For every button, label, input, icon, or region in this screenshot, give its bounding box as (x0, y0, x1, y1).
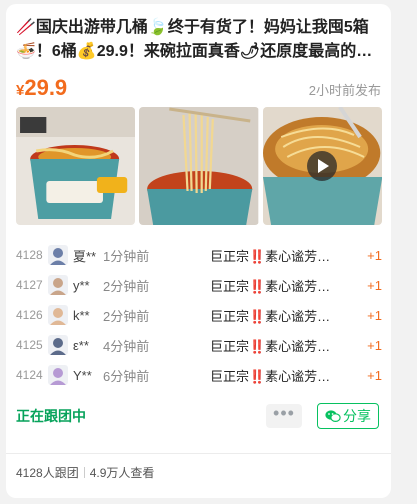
order-item: 巨正宗‼️素心谧芳… (210, 368, 331, 384)
photo-strip (16, 107, 382, 225)
joined-count: 4128人跟团 (16, 466, 79, 480)
order-quantity: +1 (367, 247, 382, 263)
buyer-name: 夏** (73, 248, 97, 264)
posted-time: 2小时前发布 (308, 83, 381, 98)
order-item: 巨正宗‼️素心谧芳… (210, 278, 331, 294)
order-number: 4125 (16, 338, 43, 352)
avatar (48, 275, 68, 295)
order-list: 4128 夏** 1分钟前 巨正宗‼️素心谧芳… +1 4127 y** 2分钟前 巨正宗‼️素… (16, 240, 382, 390)
avatar (48, 305, 68, 325)
noodle-chopsticks-photo[interactable] (139, 107, 259, 225)
order-quantity: +1 (367, 337, 382, 353)
stats-separator (83, 467, 85, 478)
view-count: 4.9万人查看 (89, 466, 155, 480)
order-number: 4128 (16, 248, 43, 262)
order-time: 6分钟前 (103, 368, 150, 384)
order-quantity: +1 (367, 367, 382, 383)
buyer-name: k** (73, 307, 90, 323)
order-time: 2分钟前 (103, 278, 150, 294)
order-row[interactable]: 4128 夏** 1分钟前 巨正宗‼️素心谧芳… +1 (16, 240, 382, 270)
avatar (48, 245, 68, 265)
avatar (48, 365, 68, 385)
wechat-icon (325, 410, 341, 423)
stats: 4128人跟团 4.9万人查看 (16, 464, 154, 481)
order-row[interactable]: 4124 Y** 6分钟前 巨正宗‼️素心谧芳… +1 (16, 360, 382, 390)
order-number: 4127 (16, 278, 43, 292)
order-row[interactable]: 4125 ε** 4分钟前 巨正宗‼️素心谧芳… +1 (16, 330, 382, 360)
order-time: 4分钟前 (103, 338, 150, 354)
noodle-fork-photo[interactable] (262, 107, 382, 225)
buyer-name: ε** (73, 337, 89, 353)
buyer-name: y** (73, 277, 90, 293)
divider (6, 453, 391, 454)
order-number: 4126 (16, 308, 43, 322)
order-item: 巨正宗‼️素心谧芳… (210, 338, 331, 354)
price-value: 29.9 (24, 75, 68, 100)
more-button[interactable]: ••• (266, 404, 302, 428)
share-label: 分享 (343, 408, 371, 424)
post-title[interactable]: 🥢国庆出游带几桶🍃终于有货了！妈妈让我囤5箱🍜！6桶💰29.9！来碗拉面真香🌶还… (16, 16, 382, 64)
group-buy-card[interactable]: 🥢国庆出游带几桶🍃终于有货了！妈妈让我囤5箱🍜！6桶💰29.9！来碗拉面真香🌶还… (6, 4, 391, 498)
buyer-name: Y** (73, 367, 92, 383)
order-time: 1分钟前 (103, 248, 150, 264)
order-row[interactable]: 4126 k** 2分钟前 巨正宗‼️素心谧芳… +1 (16, 300, 382, 330)
order-quantity: +1 (367, 307, 382, 323)
order-row[interactable]: 4127 y** 2分钟前 巨正宗‼️素心谧芳… +1 (16, 270, 382, 300)
order-item: 巨正宗‼️素心谧芳… (210, 248, 331, 264)
share-button[interactable]: 分享 (317, 403, 379, 429)
order-item: 巨正宗‼️素心谧芳… (210, 308, 331, 324)
price: ¥29.9 (16, 75, 67, 101)
order-number: 4124 (16, 368, 43, 382)
noodle-cup-photo-1[interactable] (16, 107, 136, 225)
order-time: 2分钟前 (103, 308, 150, 324)
status-label: 正在跟团中 (16, 408, 86, 424)
order-quantity: +1 (367, 277, 382, 293)
avatar (48, 335, 68, 355)
